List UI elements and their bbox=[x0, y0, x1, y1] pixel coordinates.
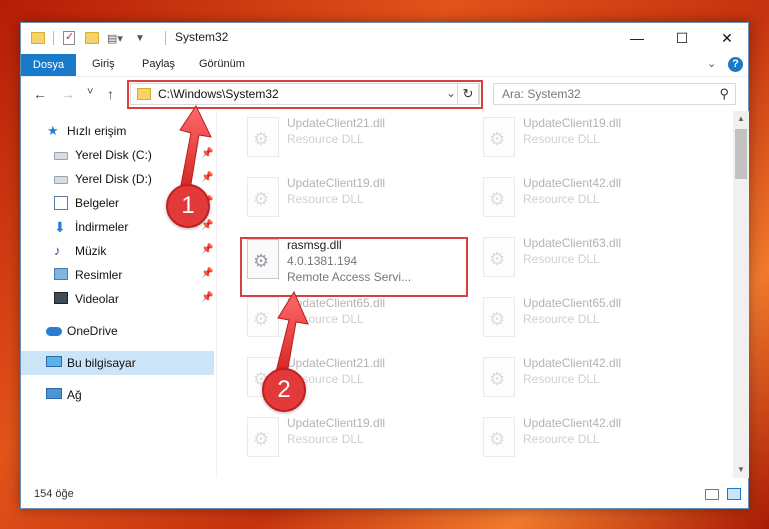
step-2-badge: 2 bbox=[262, 368, 306, 412]
arrow-to-address-bar bbox=[179, 104, 212, 191]
step-1-badge: 1 bbox=[166, 184, 210, 228]
arrow-to-file bbox=[275, 290, 309, 375]
annotation-arrows bbox=[179, 104, 309, 375]
